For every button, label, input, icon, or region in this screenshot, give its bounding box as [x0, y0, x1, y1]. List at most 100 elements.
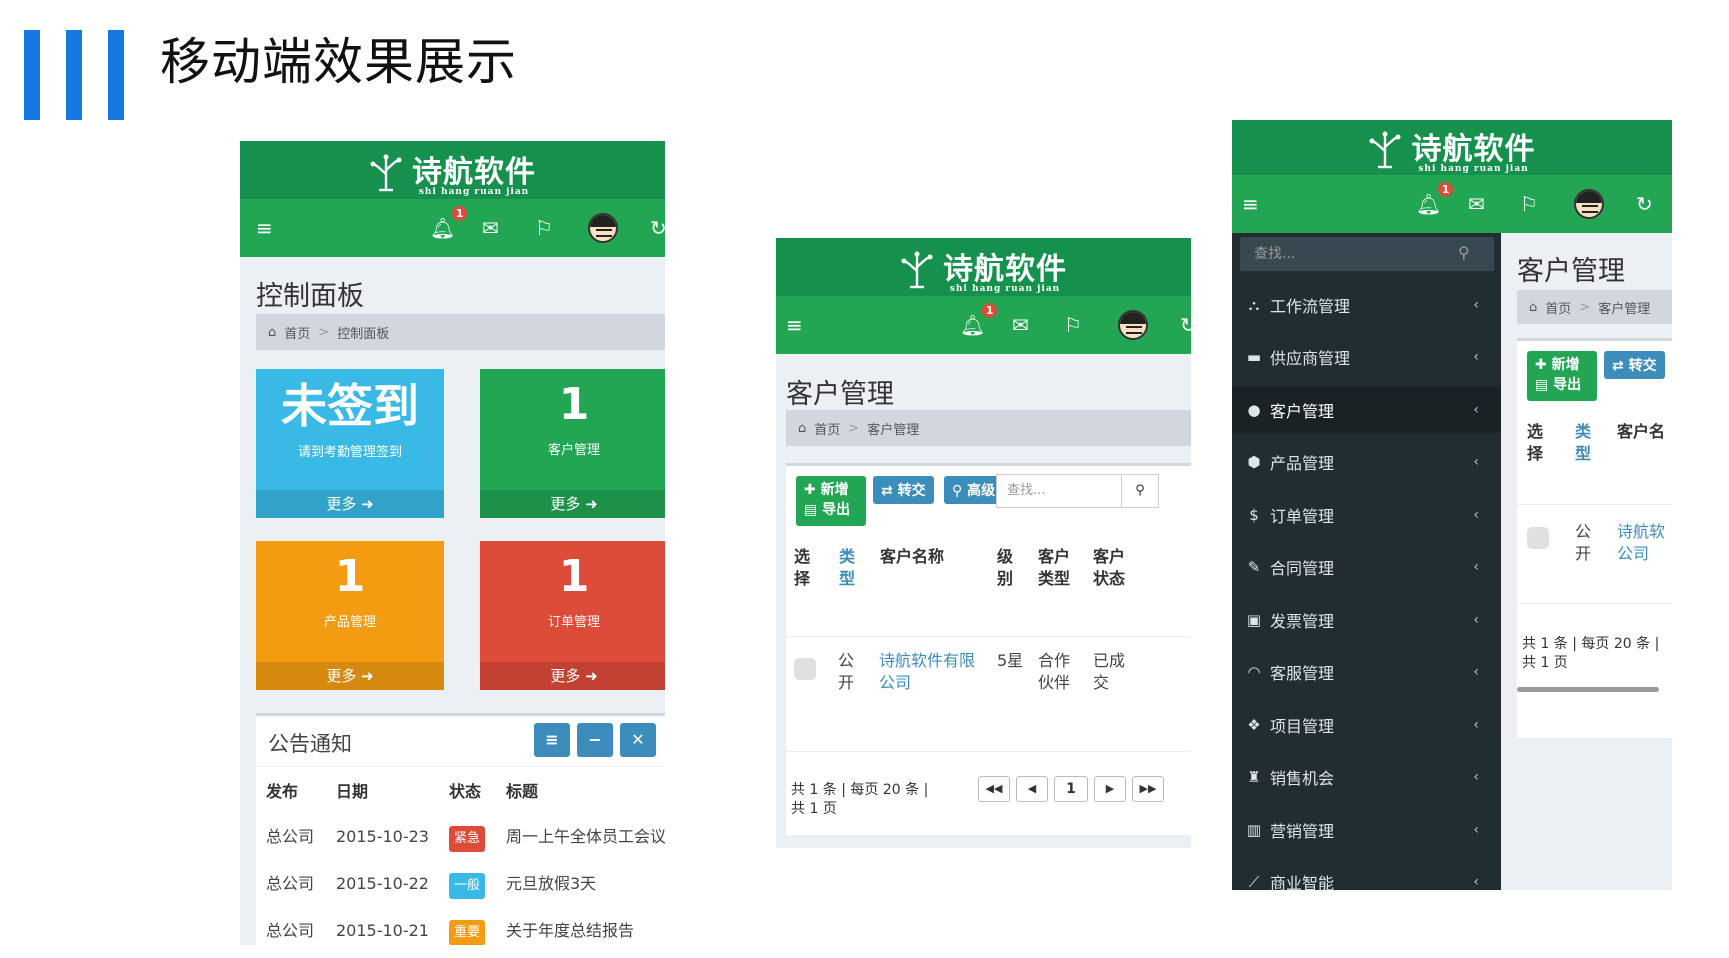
transfer-button[interactable]: ⇄ 转交	[873, 476, 934, 504]
sidebar-item[interactable]: ◠ 客服管理 ‹	[1232, 649, 1501, 696]
chevron-left-icon: ‹	[1473, 454, 1479, 470]
notice-title-link[interactable]: 关于年度总结报告	[506, 920, 634, 942]
envelope-icon[interactable]: ✉	[482, 216, 499, 240]
sidebar-item-label: 销售机会	[1270, 769, 1335, 788]
row-checkbox[interactable]	[1527, 527, 1549, 549]
brand-logo-sub: shi hang ruan jian	[949, 284, 1061, 294]
title-bar-1	[24, 30, 40, 120]
first-page-button[interactable]: ◀◀	[978, 776, 1010, 802]
horizontal-scrollbar[interactable]	[1517, 687, 1659, 692]
truck-icon: ▬	[1246, 348, 1262, 366]
home-icon: ⌂	[268, 324, 277, 340]
sidebar-item[interactable]: ▣ 发票管理 ‹	[1232, 596, 1501, 643]
sidebar-item[interactable]: ✎ 合同管理 ‹	[1232, 544, 1501, 591]
tile-more-link[interactable]: 更多 ➜	[256, 662, 444, 690]
search-icon[interactable]: ⚲	[1458, 243, 1470, 262]
refresh-icon[interactable]: ↻	[650, 216, 665, 240]
close-button[interactable]: ✕	[620, 723, 656, 757]
top-nav: ≡ 🔔︎ 1 ✉ ⚐ ↻	[240, 199, 665, 257]
notice-title-link[interactable]: 周一上午全体员工会议	[506, 826, 665, 848]
notice-date: 2015-10-21	[336, 921, 429, 940]
col-header: 日期	[336, 782, 369, 801]
refresh-icon[interactable]: ↻	[1180, 313, 1191, 337]
tile-value: 未签到	[281, 379, 419, 433]
hamburger-menu-icon[interactable]: ≡	[1242, 192, 1259, 216]
sidebar-item[interactable]: ● 客户管理 ‹	[1232, 386, 1501, 433]
page-title: 控制面板	[256, 281, 364, 312]
bell-icon[interactable]: 🔔︎ 1	[960, 303, 998, 337]
sidebar-item-label: 商业智能	[1270, 874, 1335, 890]
flag-icon[interactable]: ⚐	[1064, 313, 1082, 337]
list-button[interactable]: ≡	[534, 723, 570, 757]
sidebar-item[interactable]: ⛬ 工作流管理 ‹	[1232, 281, 1501, 328]
collapse-button[interactable]: −	[577, 723, 613, 757]
page-number-input[interactable]: 1	[1054, 776, 1088, 802]
flag-icon[interactable]: ⚐	[1520, 192, 1538, 216]
envelope-icon[interactable]: ✉	[1012, 313, 1029, 337]
hamburger-menu-icon[interactable]: ≡	[256, 216, 273, 240]
sidebar-item[interactable]: ▥ 营销管理 ‹	[1232, 806, 1501, 853]
user-avatar[interactable]	[588, 213, 618, 243]
top-nav: ≡ 🔔︎ 1 ✉ ⚐ ↻	[1232, 175, 1672, 233]
search-button[interactable]: ⚲	[1121, 474, 1159, 508]
page-title: 客户管理	[786, 379, 894, 410]
tile-signin[interactable]: 未签到 请到考勤管理签到 更多 ➜	[256, 369, 444, 518]
sidebar-item[interactable]: ⬢ 产品管理 ‹	[1232, 439, 1501, 486]
tile-products[interactable]: 1 产品管理 更多 ➜	[256, 541, 444, 690]
col-header-type[interactable]: 类型	[839, 546, 859, 590]
add-button[interactable]: ✚ 新增 ▤ 导出	[1527, 351, 1597, 401]
notice-title: 公告通知	[268, 732, 352, 756]
pagination-summary: 共 1 条 | 每页 20 条 |	[791, 782, 929, 798]
tile-more-link[interactable]: 更多 ➜	[480, 662, 665, 690]
user-avatar[interactable]	[1118, 310, 1148, 340]
transfer-button[interactable]: ⇄ 转交	[1604, 351, 1665, 379]
advanced-search-button[interactable]: ⚲ 高级	[944, 476, 1000, 504]
search-icon: ⚲	[1135, 483, 1145, 498]
bar-chart-icon: ▥	[1246, 820, 1262, 839]
pagination-summary: 共 1 条 | 每页 20 条 |	[1522, 636, 1660, 652]
add-button[interactable]: ✚ 新增 ▤ 导出	[796, 476, 866, 526]
row-checkbox[interactable]	[794, 658, 816, 680]
breadcrumb-separator: >	[848, 420, 860, 436]
sidebar-item-label: 产品管理	[1270, 454, 1335, 473]
breadcrumb-separator: >	[318, 324, 330, 340]
col-header-name: 客户名	[1617, 422, 1666, 441]
cell-customer-name[interactable]: 诗航软公司	[1617, 521, 1667, 565]
tile-orders[interactable]: 1 订单管理 更多 ➜	[480, 541, 665, 690]
sidebar-item[interactable]: ❖ 项目管理 ‹	[1232, 701, 1501, 748]
notice-title-link[interactable]: 元旦放假3天	[506, 873, 596, 895]
bell-icon[interactable]: 🔔︎ 1	[1416, 182, 1454, 216]
sidebar-search-input[interactable]: 查找...	[1240, 237, 1494, 271]
tile-more-link[interactable]: 更多 ➜	[256, 490, 444, 518]
last-page-button[interactable]: ▶▶	[1132, 776, 1164, 802]
hamburger-menu-icon[interactable]: ≡	[786, 313, 803, 337]
content-area: 客户管理 ⌂ 首页 > 客户管理 ✚ 新增 ▤ 导出 ⇄ 转交 选择 类型 客户…	[1501, 233, 1672, 890]
cell-type: 公开	[838, 651, 855, 692]
sidebar-item[interactable]: ⟋ 商业智能 ‹	[1232, 859, 1501, 890]
cell-customer-name[interactable]: 诗航软件有限公司	[879, 650, 979, 694]
sidebar-item[interactable]: ♜ 销售机会 ‹	[1232, 754, 1501, 801]
prev-page-button[interactable]: ◀	[1016, 776, 1048, 802]
logo-tree-icon	[901, 251, 933, 289]
breadcrumb-separator: >	[1579, 299, 1591, 315]
search-input[interactable]: 查找...	[996, 474, 1122, 508]
tile-customers[interactable]: 1 客户管理 更多 ➜	[480, 369, 665, 518]
status-badge: 重要	[449, 920, 486, 945]
sidebar-item[interactable]: $ 订单管理 ‹	[1232, 491, 1501, 538]
brand-logo-sub: shi hang ruan jian	[418, 187, 530, 197]
envelope-icon[interactable]: ✉	[1468, 192, 1485, 216]
notice-divider	[256, 766, 665, 767]
user-avatar[interactable]	[1574, 189, 1604, 219]
flag-icon[interactable]: ⚐	[535, 216, 553, 240]
col-header-type[interactable]: 类型	[1575, 421, 1595, 465]
breadcrumb-home[interactable]: 首页	[284, 323, 310, 342]
breadcrumb-home[interactable]: 首页	[814, 419, 840, 438]
bell-icon[interactable]: 🔔︎ 1	[430, 206, 468, 240]
next-page-button[interactable]: ▶	[1094, 776, 1126, 802]
bell-badge: 1	[451, 206, 468, 221]
refresh-icon[interactable]: ↻	[1636, 192, 1653, 216]
tile-more-link[interactable]: 更多 ➜	[480, 490, 665, 518]
chevron-left-icon: ‹	[1473, 611, 1479, 628]
sidebar-item[interactable]: ▬ 供应商管理 ‹	[1232, 334, 1501, 381]
breadcrumb-home[interactable]: 首页	[1545, 298, 1571, 317]
